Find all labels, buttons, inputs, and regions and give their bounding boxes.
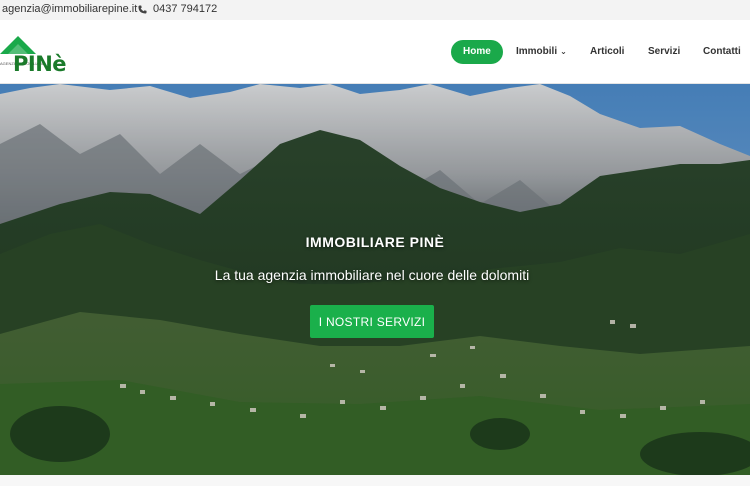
nav-immobili[interactable]: Immobili ⌄	[516, 40, 567, 64]
nav-articoli-label: Articoli	[590, 46, 625, 57]
services-button[interactable]: I NOSTRI SERVIZI	[310, 305, 434, 338]
nav-home-label: Home	[463, 46, 491, 57]
phone-icon	[138, 4, 147, 14]
phone-contact[interactable]: 0437 794172	[138, 3, 217, 15]
chevron-down-icon: ⌄	[560, 47, 567, 56]
site-logo[interactable]: AGENZIA IMMOBILIARE PINè	[0, 32, 70, 82]
nav-home[interactable]: Home	[451, 40, 503, 64]
nav-servizi-label: Servizi	[648, 46, 681, 57]
phone-number: 0437 794172	[153, 3, 218, 15]
hero-banner: IMMOBILIARE PINÈ La tua agenzia immobili…	[0, 84, 750, 475]
nav-servizi[interactable]: Servizi	[648, 40, 680, 64]
nav-contatti-label: Contatti	[703, 46, 741, 57]
page-bottom-strip	[0, 475, 750, 486]
main-navbar: AGENZIA IMMOBILIARE PINè Home Immobili ⌄ …	[0, 20, 750, 84]
nav-articoli[interactable]: Articoli	[590, 40, 624, 64]
logo-wordmark: PINè	[13, 52, 67, 76]
hero-subtitle: La tua agenzia immobiliare nel cuore del…	[214, 267, 530, 283]
email-link[interactable]: agenzia@immobiliarepine.it	[2, 3, 137, 15]
top-contact-bar: agenzia@immobiliarepine.it 0437 794172	[0, 0, 750, 20]
nav-contatti[interactable]: Contatti	[703, 40, 741, 64]
hero-title: IMMOBILIARE PINÈ	[305, 234, 445, 250]
nav-immobili-label: Immobili	[516, 46, 558, 57]
